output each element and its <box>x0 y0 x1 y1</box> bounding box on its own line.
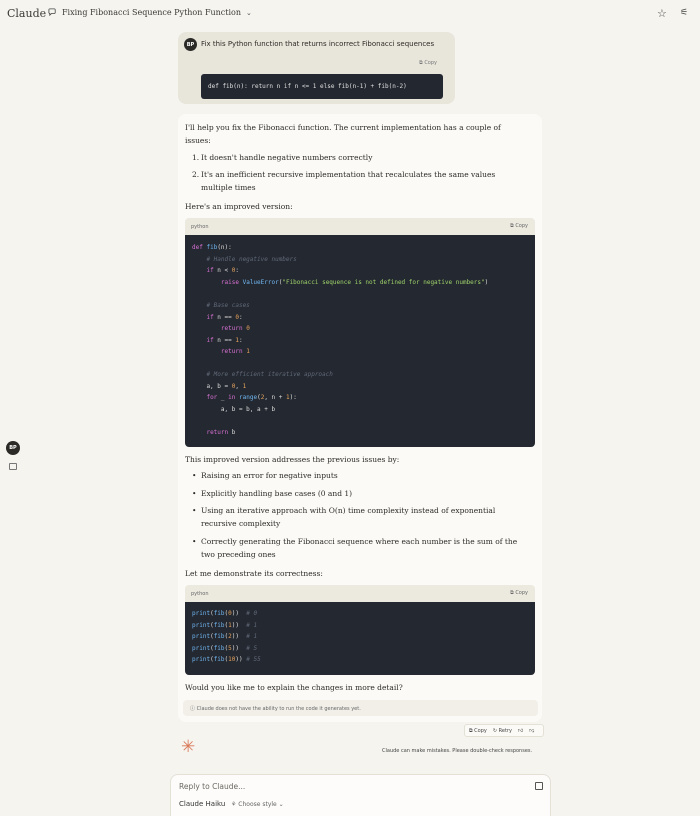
list-item: Correctly generating the Fibonacci seque… <box>201 537 518 546</box>
top-bar: Claude Fixing Fibonacci Sequence Python … <box>0 0 700 28</box>
reply-intro-line2: issues: <box>185 136 211 145</box>
code-line: return 1 <box>220 348 250 355</box>
copy-response-button[interactable]: ⧉ Copy <box>469 728 487 734</box>
chevron-down-icon: ⌄ <box>276 801 284 808</box>
code-block-header: python ⧉ Copy <box>185 585 535 602</box>
list-item: Explicitly handling base cases (0 and 1) <box>201 489 353 498</box>
reply-input[interactable]: Reply to Claude... <box>179 782 245 791</box>
list-item-continued: recursive complexity <box>201 519 281 528</box>
code-block-2: print(fib(0)) # 0 print(fib(1)) # 1 prin… <box>185 602 535 675</box>
followup-question: Would you like me to explain the changes… <box>185 683 403 692</box>
code-line: # More efficient iterative approach <box>192 371 333 378</box>
bullet-dot: • <box>192 471 197 480</box>
code-line: print(fib(0)) # 0 <box>192 610 258 617</box>
code-line: if n < 0: <box>206 267 239 274</box>
user-code-copy-button[interactable]: ⧉ Copy <box>419 60 437 66</box>
code-block-1: def fib(n): # Handle negative numbers if… <box>185 235 535 447</box>
addresses-label: This improved version addresses the prev… <box>185 455 400 464</box>
code-line: print(fib(5)) # 5 <box>192 645 258 652</box>
code-line: if n == 0: <box>206 314 243 321</box>
list-item: It's an inefficient recursive implementa… <box>201 170 496 179</box>
code-line: print(fib(1)) # 1 <box>192 622 258 629</box>
style-selector[interactable]: ⚘ Choose style ⌄ <box>231 801 284 808</box>
chat-bubble-icon <box>48 8 56 17</box>
assistant-message: I'll help you fix the Fibonacci function… <box>178 114 542 722</box>
retry-button[interactable]: ↻ Retry <box>493 728 512 734</box>
code-line: return b <box>206 429 236 436</box>
thumbs-down-icon[interactable]: 👎︎ <box>529 728 534 734</box>
code-line: a, b = 0, 1 <box>192 383 247 390</box>
list-item: It doesn't handle negative numbers corre… <box>201 153 373 162</box>
demonstrate-label: Let me demonstrate its correctness: <box>185 569 323 578</box>
list-item-number: 2. <box>192 170 200 179</box>
info-icon: ⓘ <box>190 706 197 712</box>
code-language: python <box>191 224 209 230</box>
settings-sliders-icon[interactable]: ⚟ <box>680 8 688 18</box>
code-copy-button[interactable]: ⧉ Copy <box>510 223 528 229</box>
list-item-continued: two preceding ones <box>201 550 276 559</box>
chat-title: Fixing Fibonacci Sequence Python Functio… <box>62 8 242 17</box>
chat-title-button[interactable]: Fixing Fibonacci Sequence Python Functio… <box>48 8 252 17</box>
code-language: python <box>191 591 209 597</box>
list-item: Raising an error for negative inputs <box>201 471 338 480</box>
code-line: # Base cases <box>192 302 250 309</box>
code-line: raise ValueError("Fibonacci sequence is … <box>220 279 489 286</box>
bullet-dot: • <box>192 537 197 546</box>
model-selector[interactable]: Claude Haiku <box>179 800 225 808</box>
sidebar-toggle-icon[interactable] <box>9 463 17 470</box>
code-line: for _ in range(2, n + 1): <box>206 394 297 401</box>
code-line: if n == 1: <box>206 337 243 344</box>
code-line: print(fib(10)) # 55 <box>192 656 261 663</box>
list-item-continued: multiple times <box>201 183 256 192</box>
user-code-block: def fib(n): return n if n <= 1 else fib(… <box>201 74 443 99</box>
code-line: a, b = b, a + b <box>192 406 276 413</box>
attach-icon[interactable] <box>535 782 543 790</box>
code-line: return 0 <box>220 325 250 332</box>
bullet-dot: • <box>192 506 197 515</box>
user-message-text: Fix this Python function that returns in… <box>201 40 435 48</box>
user-message-avatar: BP <box>184 38 197 51</box>
star-icon[interactable]: ☆ <box>657 7 667 20</box>
list-item: Using an iterative approach with O(n) ti… <box>201 506 496 515</box>
code-line: def fib(n): <box>192 244 232 251</box>
message-actions: ⧉ Copy ↻ Retry 👍︎ 👎︎ <box>464 724 544 737</box>
reply-intro-line1: I'll help you fix the Fibonacci function… <box>185 123 501 132</box>
mistakes-disclaimer: Claude can make mistakes. Please double-… <box>382 748 533 754</box>
reply-composer[interactable]: Reply to Claude... Claude Haiku ⚘ Choose… <box>170 774 551 816</box>
list-item-number: 1. <box>192 153 200 162</box>
code-block-header: python ⧉ Copy <box>185 218 535 235</box>
bullet-dot: • <box>192 489 197 498</box>
code-copy-button[interactable]: ⧉ Copy <box>510 590 528 596</box>
brand-logo[interactable]: Claude <box>7 7 46 20</box>
chevron-down-icon: ⌄ <box>246 8 252 17</box>
code-run-notice: ⓘ Claude does not have the ability to ru… <box>183 700 538 716</box>
improved-label: Here's an improved version: <box>185 202 293 211</box>
user-message: BP Fix this Python function that returns… <box>178 32 455 104</box>
code-line: # Handle negative numbers <box>192 256 297 263</box>
user-avatar[interactable]: BP <box>6 441 20 455</box>
thumbs-up-icon[interactable]: 👍︎ <box>518 728 523 734</box>
claude-spark-icon: ✳ <box>181 737 196 757</box>
code-line: print(fib(2)) # 1 <box>192 633 258 640</box>
